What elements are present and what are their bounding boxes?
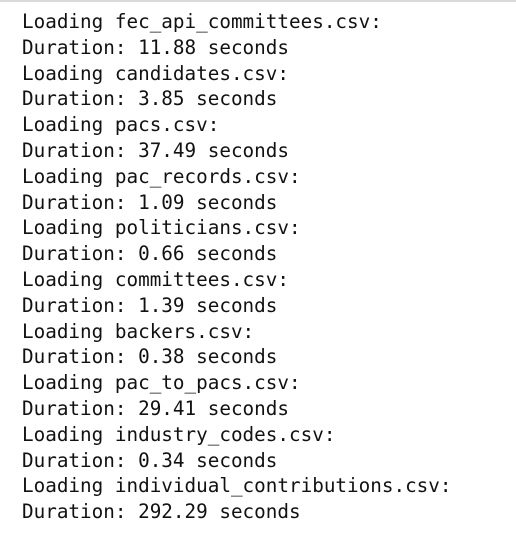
output-line: Duration: 3.85 seconds [22,87,278,111]
output-line: Duration: 0.38 seconds [22,345,278,369]
output-line: Loading backers.csv: [22,319,255,343]
output-line: Loading pac_records.csv: [22,164,301,188]
output-line: Loading pac_to_pacs.csv: [22,371,301,395]
output-line: Loading politicians.csv: [22,216,301,240]
output-line: Duration: 292.29 seconds [22,500,301,524]
output-line: Duration: 29.41 seconds [22,396,289,420]
output-line: Loading candidates.csv: [22,61,289,85]
cell-output-area: Loading fec_api_committees.csv: Duration… [0,6,516,537]
stdout-text: Loading fec_api_committees.csv: Duration… [22,9,452,525]
output-line: Duration: 1.39 seconds [22,293,278,317]
output-line: Loading fec_api_committees.csv: [22,10,382,33]
output-line: Duration: 0.34 seconds [22,448,278,472]
output-line: Loading pacs.csv: [22,113,220,137]
output-line: Duration: 11.88 seconds [22,35,289,59]
output-line: Duration: 0.66 seconds [22,242,278,266]
cell-top-border [0,0,516,2]
output-line: Loading committees.csv: [22,267,289,291]
output-line: Loading industry_codes.csv: [22,422,336,446]
output-line: Duration: 37.49 seconds [22,138,289,162]
output-line: Loading individual_contributions.csv: [22,474,452,498]
output-line: Duration: 1.09 seconds [22,190,278,214]
